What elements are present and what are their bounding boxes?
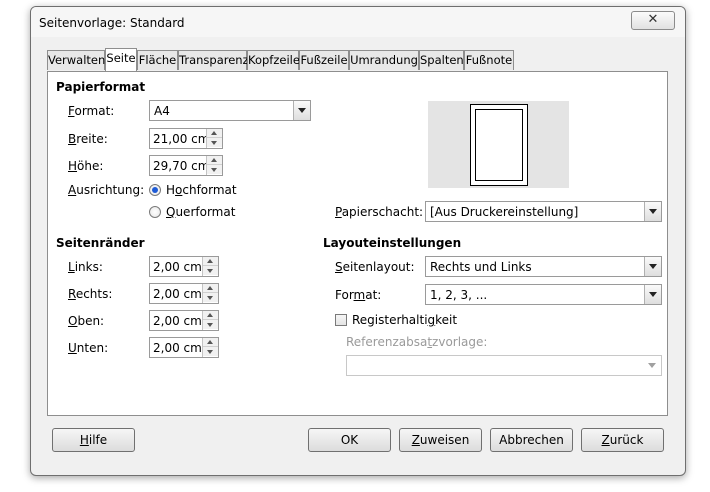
reset-button[interactable]: Zuweisen [399, 428, 482, 452]
width-value: 21,00 cm [153, 132, 210, 146]
margin-top-label: Oben: [68, 314, 105, 328]
spin-down-icon [207, 350, 213, 354]
paper-format-heading: Papierformat [56, 80, 146, 94]
tab-umrandung[interactable]: Umrandung [349, 50, 419, 70]
margins-heading: Seitenränder [56, 236, 145, 250]
chevron-down-icon [648, 363, 656, 368]
width-increment[interactable] [207, 129, 222, 138]
landscape-radio[interactable] [149, 206, 161, 218]
numbering-format-value: 1, 2, 3, ... [430, 288, 488, 302]
page-layout-label: Seitenlayout: [335, 260, 415, 274]
tab-fussnote[interactable]: Fußnote [464, 50, 514, 70]
margin-top-spinbox[interactable]: 2,00 cm [149, 310, 219, 331]
margin-bottom-value: 2,00 cm [153, 341, 202, 355]
paper-tray-select[interactable]: [Aus Druckereinstellung] [425, 201, 662, 222]
tab-spalten[interactable]: Spalten [419, 50, 464, 70]
margin-left-label: Links: [68, 260, 103, 274]
numbering-format-label: Format: [335, 288, 382, 302]
margin-right-increment[interactable] [203, 284, 218, 293]
width-decrement[interactable] [207, 138, 222, 147]
tab-verwalten[interactable]: Verwalten [47, 50, 105, 70]
margin-left-value: 2,00 cm [153, 260, 202, 274]
help-button[interactable]: Hilfe [52, 428, 135, 452]
height-value: 29,70 cm [153, 159, 210, 173]
tab-fusszeile[interactable]: Fußzeile [299, 50, 349, 70]
margin-bottom-spinbox[interactable]: 2,00 cm [149, 337, 219, 358]
dropdown-arrow-button[interactable] [293, 101, 310, 120]
spin-down-icon [211, 141, 217, 145]
page-tab-panel: Papierformat Format: A4 Breite: 21,00 cm… [47, 71, 668, 416]
margin-top-increment[interactable] [203, 311, 218, 320]
page-preview [428, 101, 569, 188]
ok-button[interactable]: OK [308, 428, 391, 452]
width-label: Breite: [68, 132, 108, 146]
spin-up-icon [207, 313, 213, 317]
portrait-radio[interactable] [149, 184, 161, 196]
spin-up-icon [207, 286, 213, 290]
margin-right-spinbox[interactable]: 2,00 cm [149, 283, 219, 304]
tab-seite[interactable]: Seite [105, 48, 137, 71]
dropdown-arrow-button[interactable] [644, 257, 661, 276]
spin-up-icon [207, 340, 213, 344]
layout-settings-heading: Layouteinstellungen [323, 236, 462, 250]
margin-bottom-label: Unten: [68, 341, 109, 355]
chevron-down-icon [649, 292, 657, 297]
spin-down-icon [207, 296, 213, 300]
close-button[interactable]: ✕ [631, 11, 675, 30]
width-spinbox[interactable]: 21,00 cm [149, 128, 223, 149]
margin-right-decrement[interactable] [203, 293, 218, 302]
reference-style-label: Referenzabsatzvorlage: [346, 335, 488, 349]
numbering-format-select[interactable]: 1, 2, 3, ... [425, 284, 662, 305]
chevron-down-icon [649, 209, 657, 214]
tab-flaeche[interactable]: Fläche [137, 50, 178, 70]
height-decrement[interactable] [207, 165, 222, 174]
margin-left-spinbox[interactable]: 2,00 cm [149, 256, 219, 277]
reference-style-select [346, 355, 662, 376]
preview-margin-area [475, 109, 523, 181]
back-button[interactable]: Zurück [581, 428, 664, 452]
dropdown-arrow-button [644, 356, 661, 375]
margin-left-decrement[interactable] [203, 266, 218, 275]
dropdown-arrow-button[interactable] [644, 202, 661, 221]
format-label: Format: [68, 104, 115, 118]
chevron-down-icon [649, 264, 657, 269]
margin-bottom-increment[interactable] [203, 338, 218, 347]
register-true-label[interactable]: Registerhaltigkeit [352, 313, 457, 327]
title-bar[interactable]: Seitenvorlage: Standard ✕ [31, 7, 685, 37]
spin-down-icon [207, 269, 213, 273]
margin-top-value: 2,00 cm [153, 314, 202, 328]
spin-down-icon [211, 168, 217, 172]
dialog-title: Seitenvorlage: Standard [39, 16, 185, 30]
height-label: Höhe: [68, 159, 104, 173]
close-icon: ✕ [647, 12, 659, 27]
page-layout-value: Rechts und Links [430, 260, 532, 274]
portrait-label[interactable]: Hochformat [166, 183, 237, 197]
margin-left-increment[interactable] [203, 257, 218, 266]
page-style-dialog: Seitenvorlage: Standard ✕ Verwalten Seit… [30, 6, 686, 476]
height-spinbox[interactable]: 29,70 cm [149, 155, 223, 176]
tab-transparenz[interactable]: Transparenz [178, 50, 249, 70]
spin-down-icon [207, 323, 213, 327]
spin-up-icon [207, 259, 213, 263]
margin-top-decrement[interactable] [203, 320, 218, 329]
paper-format-value: A4 [154, 104, 170, 118]
paper-format-select[interactable]: A4 [149, 100, 311, 121]
spin-up-icon [211, 131, 217, 135]
preview-page [470, 104, 528, 186]
paper-tray-label: Papierschacht: [335, 205, 424, 219]
orientation-label: Ausrichtung: [68, 183, 145, 197]
dropdown-arrow-button[interactable] [644, 285, 661, 304]
paper-tray-value: [Aus Druckereinstellung] [430, 205, 579, 219]
margin-right-label: Rechts: [68, 287, 113, 301]
tab-kopfzeile[interactable]: Kopfzeile [247, 50, 300, 70]
register-true-checkbox[interactable] [335, 314, 347, 326]
chevron-down-icon [298, 108, 306, 113]
height-increment[interactable] [207, 156, 222, 165]
margin-bottom-decrement[interactable] [203, 347, 218, 356]
landscape-label[interactable]: Querformat [166, 205, 235, 219]
margin-right-value: 2,00 cm [153, 287, 202, 301]
page-layout-select[interactable]: Rechts und Links [425, 256, 662, 277]
spin-up-icon [211, 158, 217, 162]
cancel-button[interactable]: Abbrechen [490, 428, 573, 452]
